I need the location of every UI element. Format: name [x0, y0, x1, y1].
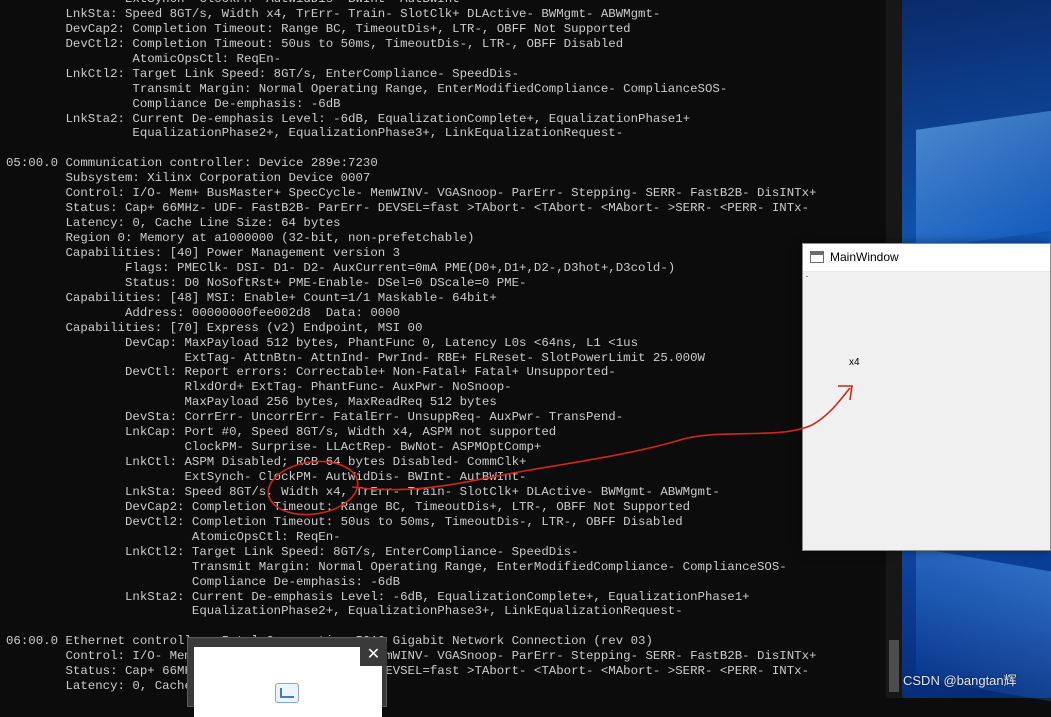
terminal-line: LnkSta: Speed 8GT/s, Width x4, TrErr- Tr…: [6, 6, 661, 21]
popup-close-button[interactable]: ✕: [360, 642, 387, 666]
terminal-line: Status: D0 NoSoftRst+ PME-Enable- DSel=0…: [6, 275, 527, 290]
watermark: CSDN @bangtan辉: [903, 673, 1017, 688]
terminal-line: Status: Cap+ 66MHz- UDF- FastB2B- ParErr…: [6, 201, 810, 216]
terminal-line: Control: I/O- Mem+ BusMaster+ SpecCycle-…: [6, 649, 817, 664]
terminal-line: Latency: 0, Cache Line Size: 64 bytes: [6, 679, 341, 694]
terminal-line: LnkSta: Speed 8GT/s, Width x4, TrErr- Tr…: [6, 484, 720, 499]
popup-body: [194, 647, 382, 717]
scrollbar-thumb[interactable]: [889, 640, 899, 692]
terminal-line: 05:00.0 Communication controller: Device…: [6, 156, 378, 171]
terminal-line: DevCap2: Completion Timeout: Range BC, T…: [6, 499, 691, 514]
terminal-line: Transmit Margin: Normal Operating Range,…: [6, 559, 787, 574]
terminal-line: LnkCtl: ASPM Disabled; RCB 64 bytes Disa…: [6, 455, 527, 470]
terminal-line: AtomicOpsCtl: ReqEn-: [6, 529, 341, 544]
terminal-line: LnkCtl2: Target Link Speed: 8GT/s, Enter…: [6, 544, 579, 559]
terminal-line: ExtSynch- ClockPM- AutWidDis- BWInt- Aut…: [6, 470, 527, 484]
terminal-line: Flags: PMEClk- DSI- D1- D2- AuxCurrent=0…: [6, 260, 676, 275]
window-corner-mark: [806, 276, 808, 277]
terminal-line: DevCtl2: Completion Timeout: 50us to 50m…: [6, 36, 624, 51]
terminal-line: ExtSynch- ClockPM- AutWidDis- BWInt- Aut…: [6, 0, 816, 7]
terminal-line: Capabilities: [40] Power Management vers…: [6, 245, 401, 260]
main-window-title: MainWindow: [830, 250, 899, 264]
terminal-line: DevCap: MaxPayload 512 bytes, PhantFunc …: [6, 335, 639, 350]
terminal-output: ExtSynch- ClockPM- AutWidDis- BWInt- Aut…: [6, 0, 816, 694]
terminal-line: Capabilities: [70] Express (v2) Endpoint…: [6, 320, 423, 335]
terminal-line: LnkSta2: Current De-emphasis Level: -6dB…: [6, 111, 691, 126]
terminal-line: DevCap2: Completion Timeout: Range BC, T…: [6, 21, 631, 36]
terminal-line: DevSta: CorrErr- UncorrErr- FatalErr- Un…: [6, 410, 624, 425]
terminal-line: LnkSta2: Current De-emphasis Level: -6dB…: [6, 589, 750, 604]
terminal-line: Capabilities: [48] MSI: Enable+ Count=1/…: [6, 290, 497, 305]
terminal-line: LnkCap: Port #0, Speed 8GT/s, Width x4, …: [6, 425, 557, 440]
terminal-line: AtomicOpsCtl: ReqEn-: [6, 51, 282, 66]
window-icon: [810, 251, 824, 263]
terminal-line: Transmit Margin: Normal Operating Range,…: [6, 81, 728, 96]
terminal-line: Control: I/O- Mem+ BusMaster+ SpecCycle-…: [6, 186, 817, 201]
desktop-wallpaper-light-top: [916, 110, 1051, 250]
terminal-line: Latency: 0, Cache Line Size: 64 bytes: [6, 216, 341, 231]
terminal-line: ExtTag- AttnBtn- AttnInd- PwrInd- RBE+ F…: [6, 350, 705, 365]
width-label: x4: [849, 357, 860, 368]
terminal-line: 06:00.0 Ethernet controller: Intel Corpo…: [6, 634, 653, 649]
terminal-window[interactable]: ExtSynch- ClockPM- AutWidDis- BWInt- Aut…: [0, 0, 902, 698]
terminal-line: Region 0: Memory at a1000000 (32-bit, no…: [6, 231, 475, 245]
terminal-line: Subsystem: Xilinx Corporation Device 000…: [6, 171, 371, 186]
terminal-line: RlxdOrd+ ExtTag- PhantFunc- AuxPwr- NoSn…: [6, 380, 512, 395]
main-window[interactable]: MainWindow x4: [802, 243, 1051, 551]
terminal-line: MaxPayload 256 bytes, MaxReadReq 512 byt…: [6, 395, 497, 410]
terminal-line: Compliance De-emphasis: -6dB: [6, 96, 341, 111]
terminal-line: Compliance De-emphasis: -6dB: [6, 574, 401, 589]
terminal-line: DevCtl: Report errors: Correctable+ Non-…: [6, 365, 616, 380]
terminal-line: Status: Cap+ 66MHz- UDF- FastB2B- ParErr…: [6, 664, 810, 679]
main-window-titlebar[interactable]: MainWindow: [803, 244, 1050, 272]
terminal-line: EqualizationPhase2+, EqualizationPhase3+…: [6, 604, 683, 619]
terminal-line: Address: 00000000fee002d8 Data: 0000: [6, 305, 401, 320]
chart-icon: [275, 683, 299, 703]
terminal-line: EqualizationPhase2+, EqualizationPhase3+…: [6, 126, 624, 141]
terminal-line: LnkCtl2: Target Link Speed: 8GT/s, Enter…: [6, 66, 520, 81]
terminal-line: DevCtl2: Completion Timeout: 50us to 50m…: [6, 514, 683, 529]
terminal-line: ClockPM- Surprise- LLActRep- BwNot- ASPM…: [6, 440, 542, 455]
